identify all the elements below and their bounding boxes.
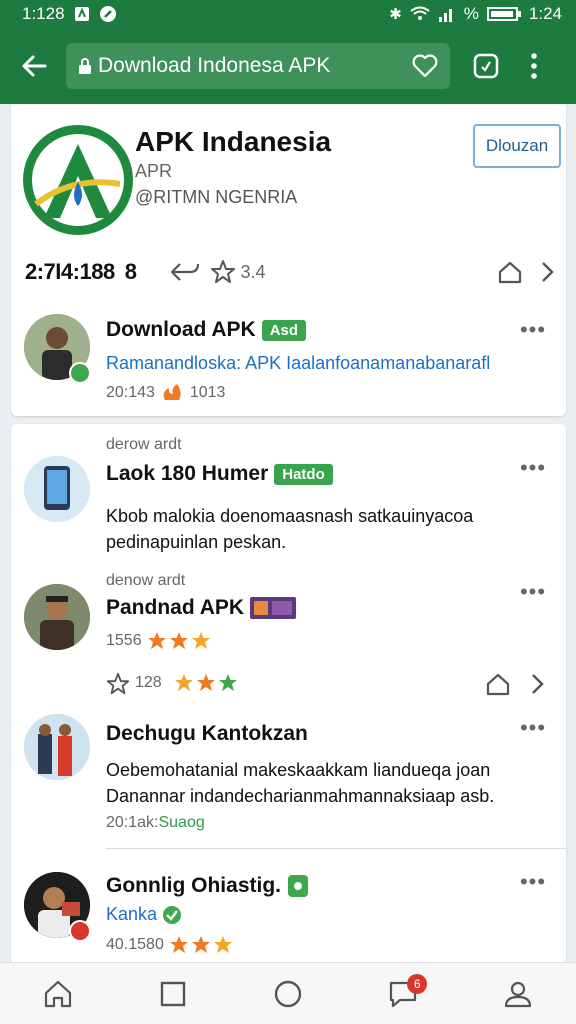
- url-text: Download Indonesa APK: [98, 54, 331, 77]
- list-item[interactable]: derow ardt Laok 180 Humer Hatdo Kbob malo…: [11, 434, 566, 564]
- overflow-menu-button[interactable]: [516, 44, 552, 88]
- status-time-right: 1:24: [528, 4, 562, 23]
- notification-icon: [74, 7, 89, 21]
- rating-stars-icon: [175, 674, 237, 691]
- post-link[interactable]: Kanka: [106, 904, 182, 925]
- status-time-left: 1:128: [22, 4, 65, 23]
- feed-card: derow ardt Laok 180 Humer Hatdo Kbob malo…: [11, 424, 566, 964]
- post-meta: 1556: [106, 630, 214, 652]
- post-title: Laok 180 Humer Hatdo: [106, 462, 333, 486]
- verified-icon: [163, 906, 182, 925]
- verified-badge: [69, 362, 91, 384]
- url-field[interactable]: Download Indonesa APK: [66, 43, 450, 89]
- post-body: pedinapuinlan peskan.: [106, 532, 287, 552]
- post-body: Oebemohatanial makeskaakkam liandueqa jo…: [106, 760, 491, 780]
- tab-switcher-button[interactable]: [464, 44, 508, 88]
- notification-count-badge: 6: [407, 973, 428, 994]
- post-meta: 20:1ak:Suaog: [106, 814, 205, 831]
- more-options-button[interactable]: •••: [518, 715, 548, 740]
- stars-count: 3.4: [240, 261, 266, 282]
- more-options-button[interactable]: •••: [518, 869, 548, 894]
- nav-circle-button[interactable]: [260, 968, 316, 1020]
- back-button[interactable]: [12, 44, 56, 88]
- list-item[interactable]: Download APK Asd Ramanandloska: APK Iaala…: [11, 308, 566, 408]
- circle-icon: [274, 980, 302, 1007]
- chevron-right-icon[interactable]: [539, 260, 555, 284]
- post-meta: 40.1580: [106, 934, 236, 956]
- more-options-button[interactable]: •••: [518, 579, 548, 604]
- avatar: [24, 584, 90, 650]
- app-badge-icon: [287, 875, 308, 898]
- app-handle: @RITMN NGENRIA: [135, 187, 298, 207]
- avatar: [24, 456, 90, 522]
- nav-square-button[interactable]: [145, 968, 201, 1020]
- browser-toolbar: Download Indonesa APK: [0, 28, 576, 104]
- lock-icon: [79, 58, 91, 74]
- star-icon[interactable]: [210, 259, 236, 285]
- stats-count: 2:7I4:188: [25, 259, 115, 284]
- status-bar: 1:128 ✱ % 1:24: [0, 0, 576, 28]
- stats-row: 2:7I4:188 8 3.4: [25, 256, 555, 288]
- tabs-icon: [473, 53, 499, 79]
- wifi-icon: [410, 6, 430, 20]
- home-icon: [44, 980, 71, 1007]
- post-title: Pandnad APK: [106, 596, 296, 620]
- home-outline-icon[interactable]: [485, 672, 511, 696]
- more-options-button[interactable]: •••: [518, 317, 548, 342]
- post-body: Danannar indandecharianmahmannaksiaap as…: [106, 786, 495, 806]
- list-item[interactable]: Dechugu Kantokzan Oebemohatanial makeska…: [11, 712, 566, 842]
- list-item[interactable]: Gonnlig Ohiastig. Kanka 40.1580 •••: [11, 864, 566, 964]
- nav-profile-button[interactable]: [490, 968, 546, 1020]
- share-icon[interactable]: [170, 260, 200, 284]
- follow-button[interactable]: Dlouzan: [473, 124, 561, 168]
- likes-count: 128: [135, 674, 162, 691]
- bottom-navigation: 6: [0, 962, 576, 1024]
- app-subtitle: APR: [135, 161, 173, 181]
- bluetooth-icon: ✱: [389, 6, 402, 23]
- flame-icon: [164, 384, 181, 400]
- divider: [106, 848, 566, 849]
- battery-percent: %: [463, 4, 479, 23]
- star-icon[interactable]: [106, 672, 130, 696]
- post-label: derow ardt: [106, 436, 182, 453]
- signal-icon: [438, 9, 452, 22]
- heart-icon[interactable]: [412, 54, 438, 78]
- post-title: Dechugu Kantokzan: [106, 722, 308, 745]
- more-vertical-icon: [531, 53, 537, 79]
- post-label: denow ardt: [106, 572, 186, 589]
- post-body: Kbob malokia doenomaasnash satkauinyacoa: [106, 506, 474, 526]
- thumbnail-icon: [249, 597, 296, 620]
- post-link[interactable]: Ramanandloska: APK Iaalanfoanamanabanara…: [106, 353, 490, 374]
- action-row: 128: [11, 668, 566, 702]
- nav-messages-button[interactable]: 6: [375, 968, 431, 1020]
- status-badge: [69, 920, 91, 942]
- app-logo: [23, 125, 133, 235]
- app-title: APK Indanesia: [135, 126, 332, 157]
- post-tag: Asd: [261, 319, 307, 341]
- stats-number: 8: [124, 259, 137, 284]
- profile-card: APK Indanesia APR @RITMN NGENRIA Dlouzan…: [11, 104, 566, 416]
- avatar: [24, 714, 90, 780]
- arrow-left-icon: [22, 55, 47, 77]
- user-icon: [505, 981, 532, 1007]
- more-options-button[interactable]: •••: [518, 455, 548, 480]
- compass-icon: [99, 6, 116, 22]
- post-tag: Hatdo: [274, 463, 333, 485]
- rating-stars-icon: [148, 632, 211, 649]
- home-outline-icon[interactable]: [497, 260, 523, 284]
- post-meta: 20:143 1013: [106, 382, 225, 404]
- chevron-right-icon[interactable]: [529, 672, 545, 696]
- square-icon: [160, 981, 185, 1006]
- battery-icon: [486, 7, 521, 21]
- post-title: Download APK Asd: [106, 318, 307, 342]
- post-title: Gonnlig Ohiastig.: [106, 874, 309, 898]
- rating-stars-icon: [170, 936, 233, 953]
- nav-home-button[interactable]: [30, 968, 86, 1020]
